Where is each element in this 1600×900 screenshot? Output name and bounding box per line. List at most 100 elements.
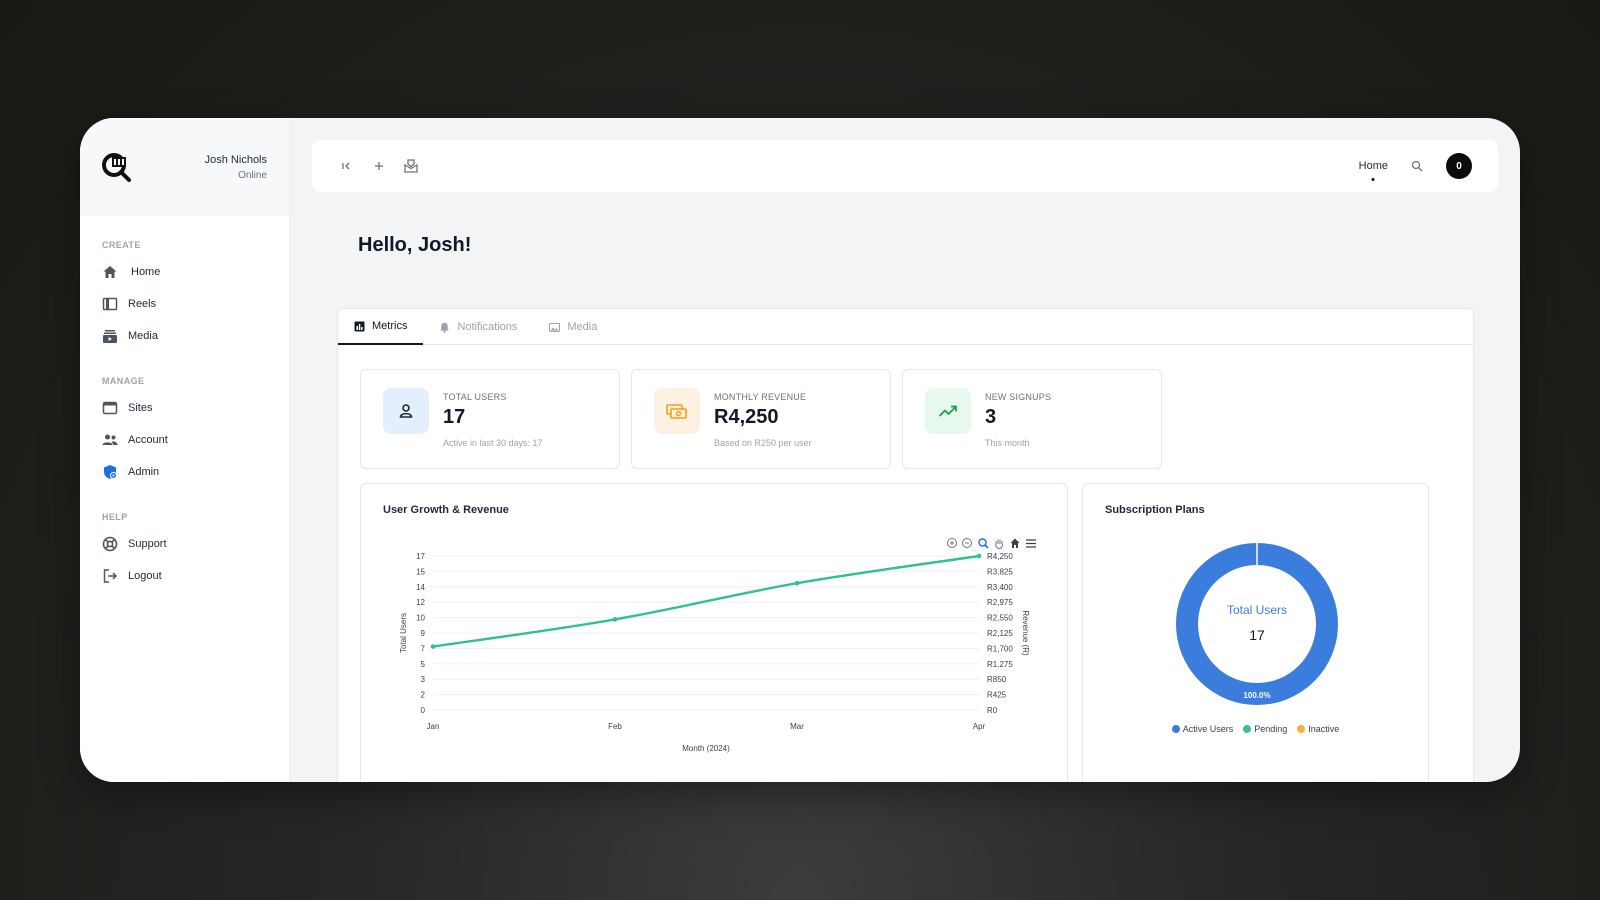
data-point <box>612 617 618 622</box>
y-tick-label: 7 <box>421 644 426 653</box>
sidebar-header: Josh Nichols Online <box>80 118 289 216</box>
home-icon <box>103 266 117 278</box>
sidebar-item-label: Support <box>128 538 167 550</box>
legend-label: Pending <box>1254 724 1288 734</box>
stat-subtext: Active in last 30 days: 17 <box>443 438 543 448</box>
stat-card-new-signups: NEW SIGNUPS 3 This month <box>902 369 1162 469</box>
stat-value: R4,250 <box>714 406 779 428</box>
stat-subtext: Based on R250 per user <box>714 438 812 448</box>
image-icon <box>549 322 561 332</box>
admin-shield-icon <box>104 465 117 479</box>
topbar-home-link[interactable]: Home <box>1359 160 1388 172</box>
growth-line-chart: 0 R0 2 R425 3 R850 5 R1,275 7 R1,700 9 R2,125 10 R2,5… <box>399 538 1036 753</box>
x-axis-label: Month (2024) <box>682 744 730 753</box>
stat-label: MONTHLY REVENUE <box>714 392 807 402</box>
sidebar: Josh Nichols Online CREATE Home Reels Me… <box>80 118 290 782</box>
stat-card-total-users: TOTAL USERS 17 Active in last 30 days: 1… <box>360 369 620 469</box>
tab-notifications[interactable]: Notifications <box>423 309 533 345</box>
data-point <box>976 553 982 559</box>
sidebar-item-reels[interactable]: Reels <box>80 288 289 320</box>
stat-label: NEW SIGNUPS <box>985 392 1052 402</box>
legend-item[interactable]: Pending <box>1243 724 1287 734</box>
y2-tick-label: R1,275 <box>987 660 1013 669</box>
tab-metrics[interactable]: Metrics <box>338 309 424 345</box>
trend-up-icon <box>925 388 971 434</box>
donut-slice <box>1176 543 1338 705</box>
legend-dot <box>1243 725 1252 733</box>
y2-tick-label: R2,975 <box>987 598 1013 607</box>
x-tick-label: Feb <box>608 722 622 731</box>
tab-label: Notifications <box>457 321 518 333</box>
sidebar-item-support[interactable]: Support <box>80 528 289 560</box>
sidebar-item-home[interactable]: Home <box>80 256 289 288</box>
reset-home-icon <box>1010 538 1020 548</box>
chart-legend: Active Users Pending Inactive <box>1083 724 1428 734</box>
app-window: Josh Nichols Online CREATE Home Reels Me… <box>80 118 1520 782</box>
tab-label: Media <box>567 321 598 333</box>
donut-center-label: Total Users <box>1227 603 1287 617</box>
y-tick-label: 12 <box>416 598 425 607</box>
user-icon <box>383 388 429 434</box>
stat-value: 3 <box>985 406 997 428</box>
sidebar-item-sites[interactable]: Sites <box>80 392 289 424</box>
avatar[interactable]: 0 <box>1446 153 1472 179</box>
tab-label: Metrics <box>372 320 408 332</box>
slice-percent-label: 100.0% <box>1243 691 1270 700</box>
tab-bar: Metrics Notifications Media <box>338 309 1473 345</box>
y2-tick-label: R3,400 <box>987 583 1013 592</box>
y-tick-label: 9 <box>421 629 426 638</box>
sidebar-section-manage: MANAGE <box>102 376 145 386</box>
search-icon[interactable] <box>1408 157 1426 175</box>
account-icon <box>102 434 118 445</box>
legend-label: Active Users <box>1182 724 1234 734</box>
stat-value: 17 <box>443 406 466 428</box>
app-logo-icon[interactable] <box>100 150 134 184</box>
support-icon <box>102 536 118 552</box>
tab-media[interactable]: Media <box>533 309 613 345</box>
donut-center-value: 17 <box>1249 627 1265 643</box>
x-tick-label: Mar <box>790 722 804 731</box>
y2-axis-label: Revenue (R) <box>1021 610 1030 656</box>
user-name: Josh Nichols <box>204 153 267 166</box>
stat-card-monthly-revenue: MONTHLY REVENUE R4,250 Based on R250 per… <box>631 369 891 469</box>
user-status: Online <box>238 169 267 181</box>
inbox-icon[interactable] <box>402 157 420 175</box>
sidebar-item-account[interactable]: Account <box>80 424 289 456</box>
plans-chart-card: Subscription Plans Total Users 17 100.0% A… <box>1082 483 1429 782</box>
collapse-sidebar-icon[interactable] <box>338 157 356 175</box>
legend-item[interactable]: Active Users <box>1171 724 1234 734</box>
sidebar-item-label: Media <box>128 330 158 342</box>
sidebar-item-label: Sites <box>128 402 153 414</box>
legend-label: Inactive <box>1308 724 1340 734</box>
sidebar-item-label: Logout <box>128 570 162 582</box>
sidebar-item-label: Reels <box>128 298 157 310</box>
sidebar-item-label: Admin <box>128 466 160 478</box>
sidebar-item-media[interactable]: Media <box>80 320 289 352</box>
sidebar-section-create: CREATE <box>102 240 141 250</box>
y-tick-label: 2 <box>421 691 426 700</box>
growth-chart-card: User Growth & Revenue 0 R0 2 R425 3 R850 5 R1,2… <box>360 483 1068 782</box>
y-tick-label: 15 <box>416 567 425 576</box>
sidebar-item-logout[interactable]: Logout <box>80 560 289 592</box>
y2-tick-label: R2,550 <box>987 614 1013 623</box>
data-point <box>430 644 436 649</box>
chart-toolbar <box>947 538 1036 550</box>
zoom-out-icon <box>962 538 972 548</box>
sidebar-item-admin[interactable]: Admin <box>80 456 289 488</box>
y2-tick-label: R1,700 <box>987 644 1013 653</box>
plus-icon[interactable] <box>370 157 388 175</box>
legend-dot <box>1297 725 1306 733</box>
legend-item[interactable]: Inactive <box>1297 724 1339 734</box>
sidebar-item-label: Home <box>131 266 161 278</box>
dashboard-panel: Metrics Notifications Media TOTAL USERS … <box>337 308 1474 782</box>
stat-subtext: This month <box>985 438 1030 448</box>
logout-icon <box>103 569 118 583</box>
zoom-in-icon <box>947 538 957 548</box>
y-tick-label: 3 <box>421 675 426 684</box>
sites-icon <box>102 401 118 415</box>
sidebar-item-label: Account <box>128 434 168 446</box>
y2-tick-label: R850 <box>987 675 1007 684</box>
page-title: Hello, Josh! <box>358 234 472 256</box>
user-block[interactable]: Josh Nichols Online <box>205 154 267 181</box>
plans-donut-chart: Total Users 17 100.0% <box>1176 543 1338 705</box>
